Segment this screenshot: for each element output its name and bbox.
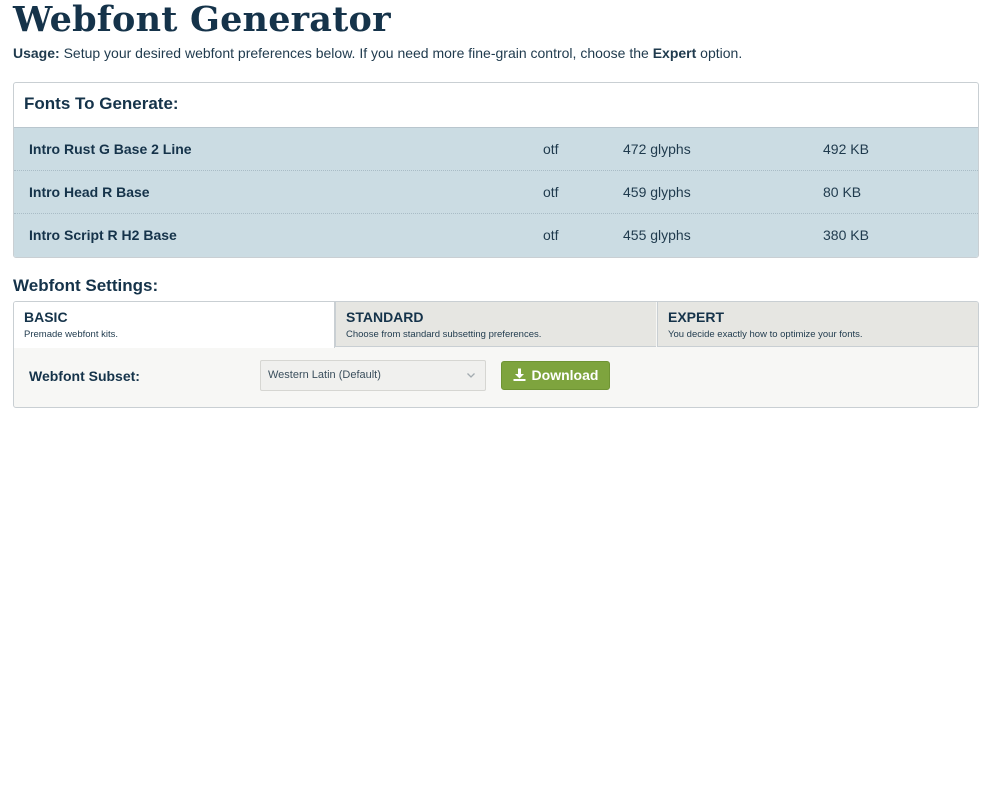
font-row: Intro Head R Base otf 459 glyphs 80 KB (14, 171, 978, 214)
font-file-size: 492 KB (823, 141, 869, 157)
tab-standard-description: Choose from standard subsetting preferen… (346, 329, 542, 340)
font-row: Intro Rust G Base 2 Line otf 472 glyphs … (14, 128, 978, 171)
font-type: otf (543, 227, 559, 243)
usage-text-part-1: Setup your desired webfont preferences b… (59, 45, 653, 61)
download-button-label: Download (531, 367, 599, 383)
webfont-subset-label: Webfont Subset: (29, 368, 140, 384)
fonts-panel: Fonts To Generate: Intro Rust G Base 2 L… (13, 82, 979, 258)
webfont-subset-select[interactable]: Western Latin (Default) (260, 360, 486, 391)
font-type: otf (543, 141, 559, 157)
font-glyph-count: 455 glyphs (623, 227, 691, 243)
font-name: Intro Rust G Base 2 Line (29, 141, 192, 157)
font-glyph-count: 459 glyphs (623, 184, 691, 200)
font-file-size: 380 KB (823, 227, 869, 243)
webfont-settings-heading: Webfont Settings: (13, 276, 159, 295)
webfont-subset-value: Western Latin (Default) (268, 369, 381, 381)
font-name: Intro Head R Base (29, 184, 150, 200)
fonts-panel-heading: Fonts To Generate: (14, 83, 978, 128)
usage-expert-emphasis: Expert (652, 45, 697, 61)
tab-basic-label: BASIC (24, 309, 68, 325)
download-icon (513, 363, 526, 390)
tab-expert[interactable]: EXPERT You decide exactly how to optimiz… (657, 302, 978, 347)
font-name: Intro Script R H2 Base (29, 227, 177, 243)
font-type: otf (543, 184, 559, 200)
page-title: Webfont Generator (13, 0, 391, 40)
tab-standard-label: STANDARD (346, 309, 424, 325)
usage-text: Usage: Setup your desired webfont prefer… (13, 44, 742, 62)
page: Webfont Generator Usage: Setup your desi… (0, 0, 991, 799)
font-file-size: 80 KB (823, 184, 862, 200)
tab-expert-label: EXPERT (668, 309, 725, 325)
tab-basic[interactable]: BASIC Premade webfont kits. (14, 302, 335, 348)
usage-label: Usage: (13, 45, 60, 61)
tab-expert-description: You decide exactly how to optimize your … (668, 329, 863, 340)
tab-standard[interactable]: STANDARD Choose from standard subsetting… (335, 302, 656, 347)
font-glyph-count: 472 glyphs (623, 141, 691, 157)
webfont-settings-panel: BASIC Premade webfont kits. STANDARD Cho… (13, 301, 979, 408)
download-button[interactable]: Download (501, 361, 610, 390)
usage-text-part-2: option. (696, 45, 743, 61)
font-row: Intro Script R H2 Base otf 455 glyphs 38… (14, 214, 978, 257)
tab-basic-description: Premade webfont kits. (24, 329, 118, 340)
chevron-down-icon (466, 361, 476, 402)
